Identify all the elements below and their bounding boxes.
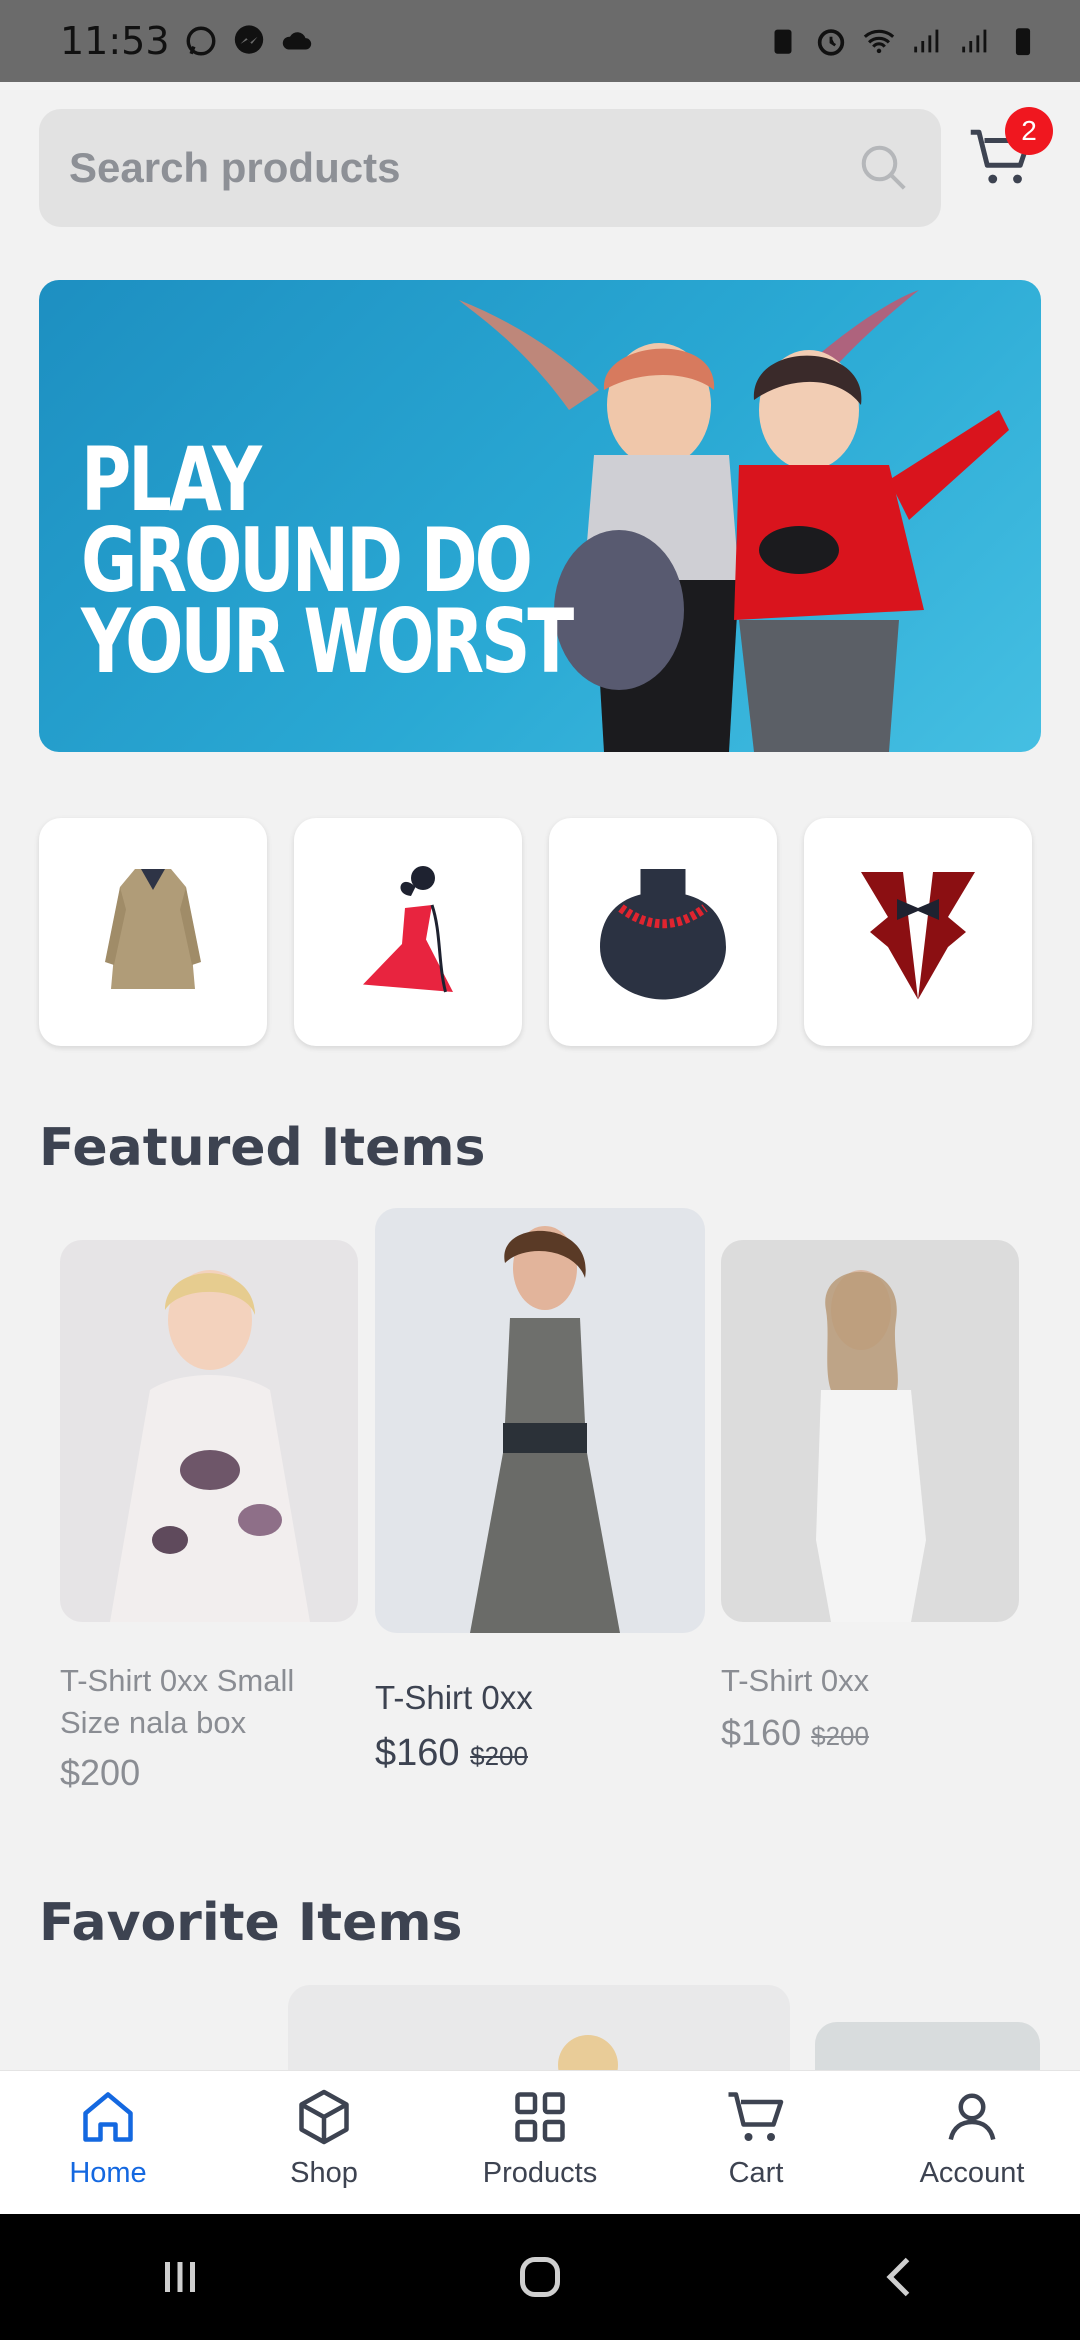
nav-account[interactable]: Account bbox=[864, 2071, 1080, 2215]
battery-icon bbox=[1015, 28, 1031, 56]
product-photo bbox=[816, 1270, 926, 1622]
product-card-image[interactable] bbox=[375, 1208, 705, 1633]
battery-saver-icon bbox=[774, 29, 792, 54]
alarm-icon bbox=[817, 29, 845, 56]
nav-label: Shop bbox=[290, 2157, 358, 2189]
signal-icon bbox=[914, 29, 939, 53]
product-price-row: $160 $200 bbox=[375, 1732, 528, 1775]
category-jewelry[interactable] bbox=[549, 818, 777, 1046]
promo-banner[interactable]: PLAY GROUND DO YOUR WORST bbox=[39, 280, 1041, 752]
home-icon bbox=[83, 2092, 133, 2142]
box-icon bbox=[299, 2089, 349, 2145]
messenger-icon bbox=[234, 25, 263, 54]
recent-apps-icon[interactable] bbox=[150, 2247, 210, 2307]
cloud-icon bbox=[282, 32, 311, 50]
category-suit[interactable] bbox=[804, 818, 1032, 1046]
cart-icon bbox=[728, 2092, 784, 2141]
nav-products[interactable]: Products bbox=[432, 2071, 648, 2215]
bottom-nav: Home Shop Products Cart Account bbox=[0, 2070, 1080, 2215]
nav-label: Home bbox=[69, 2157, 147, 2189]
nav-label: Account bbox=[919, 2157, 1025, 2189]
product-old-price: $200 bbox=[470, 1741, 528, 1771]
product-price: $160 bbox=[375, 1732, 460, 1774]
product-card-image[interactable] bbox=[60, 1240, 358, 1622]
product-card-image[interactable] bbox=[721, 1240, 1019, 1622]
product-price: $200 bbox=[60, 1752, 141, 1793]
back-icon[interactable] bbox=[870, 2247, 930, 2307]
wifi-icon bbox=[863, 29, 895, 54]
system-nav-bar bbox=[0, 2214, 1080, 2340]
product-price: $160 bbox=[721, 1712, 802, 1753]
cart-badge: 2 bbox=[1005, 107, 1053, 155]
featured-title: Featured Items bbox=[39, 1118, 486, 1178]
favorites-title: Favorite Items bbox=[39, 1893, 463, 1953]
banner-headline: PLAY GROUND DO YOUR WORST bbox=[81, 436, 574, 693]
product-old-price: $200 bbox=[811, 1721, 869, 1751]
nav-cart[interactable]: Cart bbox=[648, 2071, 864, 2215]
nav-shop[interactable]: Shop bbox=[216, 2071, 432, 2215]
coat-icon bbox=[105, 869, 201, 989]
signal-icon bbox=[962, 29, 987, 53]
dress-icon bbox=[363, 866, 453, 993]
category-coat[interactable] bbox=[39, 818, 267, 1046]
product-name[interactable]: T-Shirt 0xx bbox=[721, 1660, 1021, 1702]
necklace-icon bbox=[600, 869, 726, 1000]
product-photo bbox=[110, 1270, 310, 1622]
whatsapp-icon bbox=[186, 26, 215, 56]
product-name[interactable]: T-Shirt 0xx bbox=[375, 1677, 705, 1719]
product-photo bbox=[470, 1226, 620, 1633]
nav-home[interactable]: Home bbox=[0, 2071, 216, 2215]
grid-icon bbox=[515, 2092, 565, 2142]
status-time: 11:53 bbox=[60, 19, 170, 63]
category-dress[interactable] bbox=[294, 818, 522, 1046]
home-button-icon[interactable] bbox=[510, 2247, 570, 2307]
product-price-row: $160 $200 bbox=[721, 1712, 869, 1754]
status-bar: 11:53 bbox=[0, 0, 1080, 82]
banner-line: YOUR WORST bbox=[81, 589, 574, 693]
search-input[interactable]: Search products bbox=[39, 109, 941, 227]
nav-label: Products bbox=[482, 2157, 598, 2189]
product-name[interactable]: T-Shirt 0xx Small Size nala box bbox=[60, 1660, 360, 1744]
search-placeholder: Search products bbox=[69, 144, 401, 191]
user-icon bbox=[948, 2093, 996, 2141]
tuxedo-icon bbox=[861, 872, 975, 1000]
search-icon[interactable] bbox=[857, 141, 911, 195]
nav-label: Cart bbox=[728, 2157, 784, 2189]
